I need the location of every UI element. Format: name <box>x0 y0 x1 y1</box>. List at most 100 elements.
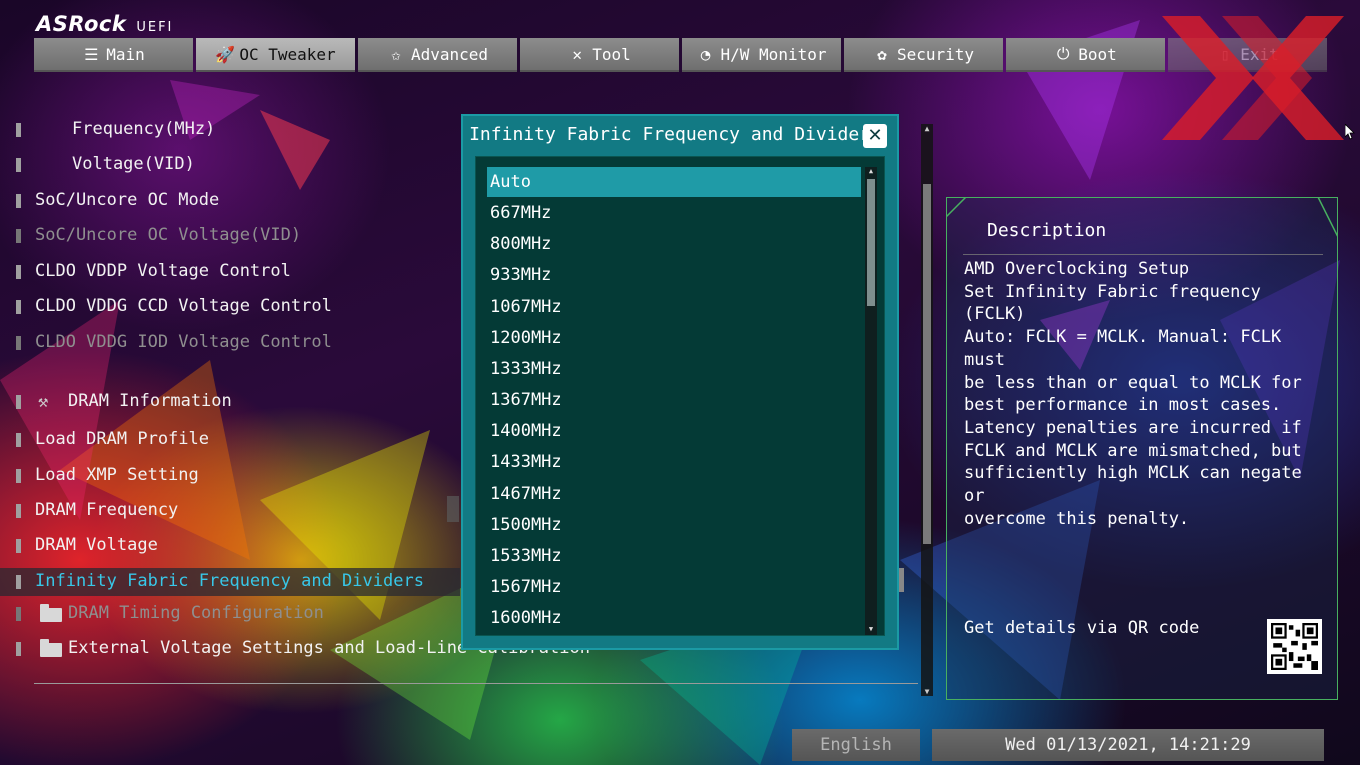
option-667mhz[interactable]: 667MHz <box>487 198 861 228</box>
tab-oc-tweaker[interactable]: 🚀 OC Tweaker <box>196 38 355 72</box>
menu-item-soc-uncore-oc-mode[interactable]: SoC/Uncore OC Mode <box>0 187 460 215</box>
option-1500mhz[interactable]: 1500MHz <box>487 510 861 540</box>
tab-main[interactable]: ☰ Main <box>34 38 193 72</box>
menu-item-marker <box>16 642 21 656</box>
option-1600mhz[interactable]: 1600MHz <box>487 603 861 633</box>
menu-item-label: DRAM Voltage <box>35 535 158 555</box>
menu-item-label: Frequency(MHz) <box>72 119 216 139</box>
option-list: ▲ ▼ Auto 667MHz 800MHz 933MHz 1067MHz 1200MHz… <box>475 156 885 636</box>
menu-item-label: Infinity Fabric Frequency and Dividers <box>35 571 424 591</box>
menu-item-dram-frequency[interactable]: DRAM Frequency <box>0 497 460 525</box>
option-popup: Infinity Fabric Frequency and Dividers ✕… <box>461 114 899 650</box>
description-panel: Description AMD Overclocking Setup Set I… <box>946 197 1338 700</box>
menu-item-marker <box>16 395 21 409</box>
list-icon: ☰ <box>84 44 99 64</box>
tab-label: OC Tweaker <box>239 44 336 64</box>
datetime-display: Wed 01/13/2021, 14:21:29 <box>932 729 1324 761</box>
option-1367mhz[interactable]: 1367MHz <box>487 385 861 415</box>
tab-advanced[interactable]: ✩ Advanced <box>358 38 517 72</box>
tab-label: Tool <box>592 44 631 64</box>
option-1533mhz[interactable]: 1533MHz <box>487 541 861 571</box>
menu-item-label: Voltage(VID) <box>72 154 195 174</box>
tab-label: Boot <box>1078 44 1117 64</box>
option-1400mhz[interactable]: 1400MHz <box>487 416 861 446</box>
menu-item-marker <box>16 265 21 279</box>
menu-item-label: SoC/Uncore OC Mode <box>35 190 220 210</box>
menu-item-marker <box>16 607 21 621</box>
menu-item-marker <box>16 158 21 172</box>
menu-item-label: Load DRAM Profile <box>35 429 209 449</box>
menu-item-external-voltage-settings-and-load-line-calibration[interactable]: External Voltage Settings and Load-Line … <box>0 635 590 663</box>
tab-h-w-monitor[interactable]: ◔ H/W Monitor <box>682 38 841 72</box>
language-selector[interactable]: English <box>792 729 920 761</box>
tab-label: Main <box>106 44 145 64</box>
option-1433mhz[interactable]: 1433MHz <box>487 447 861 477</box>
popup-title: Infinity Fabric Frequency and Dividers <box>469 124 881 145</box>
tab-label: H/W Monitor <box>720 44 827 64</box>
menu-item-marker <box>16 300 21 314</box>
option-list-scrollbar[interactable]: ▲ ▼ <box>865 167 877 635</box>
qr-code-icon[interactable] <box>1267 619 1322 674</box>
monitor-icon: ◔ <box>700 44 711 64</box>
main-scroll-thumb[interactable] <box>923 184 931 544</box>
list-scroll-up-icon[interactable]: ▲ <box>865 167 877 177</box>
option-800mhz[interactable]: 800MHz <box>487 229 861 259</box>
menu-item-voltage-vid[interactable]: Voltage(VID) <box>0 151 460 179</box>
menu-item-label: DRAM Timing Configuration <box>68 603 324 623</box>
menu-item-dram-information[interactable]: ⚒ DRAM Information <box>0 388 460 416</box>
menu-item-infinity-fabric-frequency-and-dividers[interactable]: Infinity Fabric Frequency and Dividers <box>0 568 460 596</box>
tab-label: Security <box>896 44 975 64</box>
close-icon[interactable]: ✕ <box>863 124 887 148</box>
list-scroll-thumb[interactable] <box>867 179 875 306</box>
option-1467mhz[interactable]: 1467MHz <box>487 479 861 509</box>
watermark-logo <box>1162 16 1344 140</box>
tab-security[interactable]: ✿ Security <box>844 38 1003 72</box>
option-1200mhz[interactable]: 1200MHz <box>487 323 861 353</box>
menu-item-marker <box>16 433 21 447</box>
menu-item-marker <box>16 336 21 350</box>
menu-item-load-xmp-setting[interactable]: Load XMP Setting <box>0 462 460 490</box>
menu-item-marker <box>16 229 21 243</box>
menu-item-label: SoC/Uncore OC Voltage(VID) <box>35 225 302 245</box>
option-933mhz[interactable]: 933MHz <box>487 260 861 290</box>
menu-item-dram-voltage[interactable]: DRAM Voltage <box>0 532 460 560</box>
main-scrollbar[interactable]: ▲ ▼ <box>921 124 933 696</box>
menu-item-marker <box>16 504 21 518</box>
menu-item-frequency-mhz[interactable]: Frequency(MHz) <box>0 116 460 144</box>
menu-divider <box>34 683 918 684</box>
list-scroll-down-icon[interactable]: ▼ <box>865 625 877 635</box>
menu-item-dram-timing-configuration[interactable]: DRAM Timing Configuration <box>0 600 460 628</box>
description-title: Description <box>987 220 1107 241</box>
menu-item-cldo-vddp-voltage-control[interactable]: CLDO VDDP Voltage Control <box>0 258 460 286</box>
menu-item-soc-uncore-oc-voltage-vid[interactable]: SoC/Uncore OC Voltage(VID) <box>0 222 460 250</box>
scroll-down-arrow-icon[interactable]: ▼ <box>921 687 933 696</box>
menu-item-label: DRAM Information <box>68 391 232 411</box>
scroll-up-arrow-icon[interactable]: ▲ <box>921 124 933 133</box>
mouse-cursor-icon <box>1345 124 1355 140</box>
top-nav: ☰ Main 🚀 OC Tweaker ✩ Advanced ✕ Tool ◔ H/W Monit… <box>34 38 1327 72</box>
description-divider <box>963 254 1323 255</box>
qr-label: Get details via QR code <box>964 618 1200 638</box>
menu-item-label: Load XMP Setting <box>35 465 199 485</box>
menu-item-marker <box>16 123 21 137</box>
menu-item-cldo-vddg-ccd-voltage-control[interactable]: CLDO VDDG CCD Voltage Control <box>0 293 460 321</box>
option-1333mhz[interactable]: 1333MHz <box>487 354 861 384</box>
option-1567mhz[interactable]: 1567MHz <box>487 572 861 602</box>
tools-icon: ✕ <box>572 44 583 64</box>
menu-scroll-handle[interactable] <box>447 496 459 522</box>
menu-item-cldo-vddg-iod-voltage-control[interactable]: CLDO VDDG IOD Voltage Control <box>0 329 460 357</box>
brand-name: ASRock <box>36 12 127 36</box>
menu-item-marker <box>16 575 21 589</box>
menu-item-marker <box>16 469 21 483</box>
tab-tool[interactable]: ✕ Tool <box>520 38 679 72</box>
menu-item-label: DRAM Frequency <box>35 500 179 520</box>
menu-item-load-dram-profile[interactable]: Load DRAM Profile <box>0 426 460 454</box>
folder-icon <box>40 639 62 657</box>
menu-item-marker <box>16 194 21 208</box>
main-scroll-handle[interactable] <box>899 568 904 592</box>
menu-item-marker <box>16 539 21 553</box>
tab-boot[interactable]: ⏻ Boot <box>1006 38 1165 72</box>
star-icon: ✩ <box>391 44 401 64</box>
option-1067mhz[interactable]: 1067MHz <box>487 292 861 322</box>
option-auto[interactable]: Auto <box>487 167 861 197</box>
